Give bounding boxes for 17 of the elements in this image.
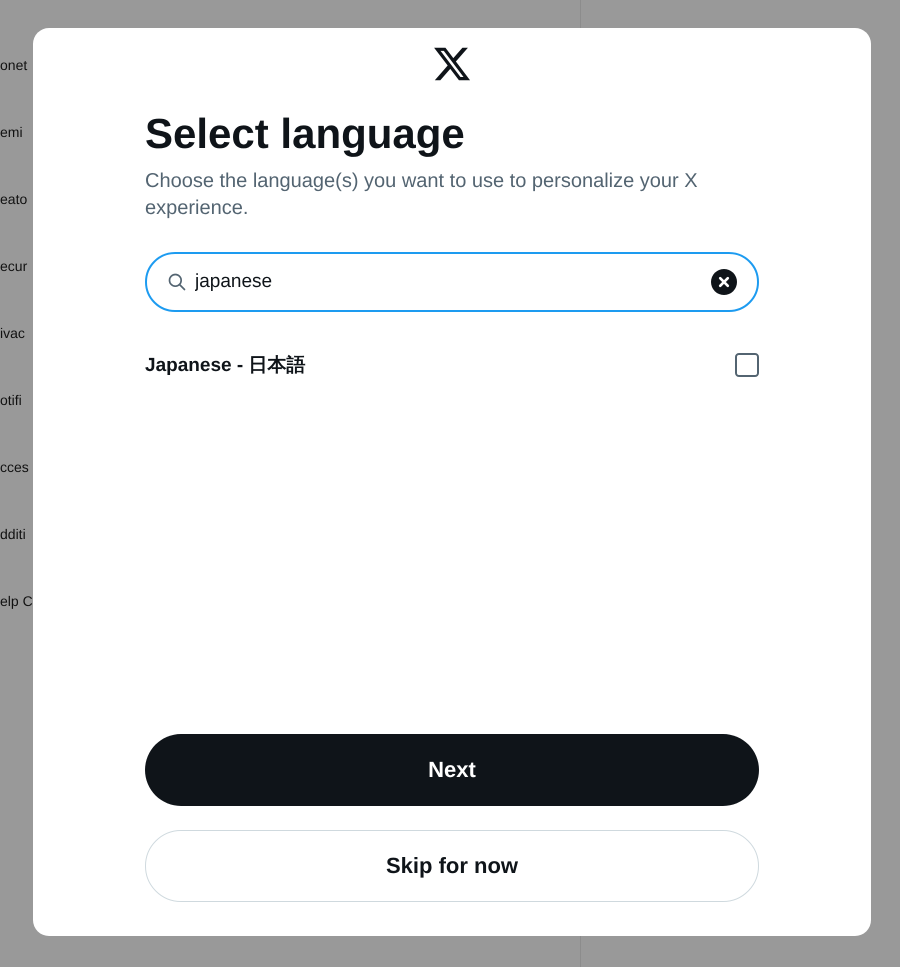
checkbox[interactable] [735, 353, 759, 377]
dialog-subtitle: Choose the language(s) you want to use to personalize your X experience. [145, 169, 699, 221]
sidebar-item: otifi [0, 391, 23, 410]
dialog-title: Select language [145, 109, 466, 159]
sidebar-item: elp C [0, 592, 33, 611]
sidebar-item: ivac [0, 324, 26, 343]
sidebar-item: cces [0, 458, 30, 477]
next-button[interactable]: Next [145, 734, 759, 806]
sidebar-item: dditi [0, 525, 27, 544]
language-option: Japanese - 日本語 [145, 352, 306, 378]
clear-button[interactable] [711, 269, 737, 295]
sidebar-item: emi [0, 123, 24, 142]
sidebar-item: eato [0, 190, 28, 209]
skip-button[interactable]: Skip for now [145, 830, 759, 902]
sidebar-item: onet [0, 56, 28, 75]
sidebar-item: ecur [0, 257, 28, 276]
search-icon [167, 272, 187, 292]
